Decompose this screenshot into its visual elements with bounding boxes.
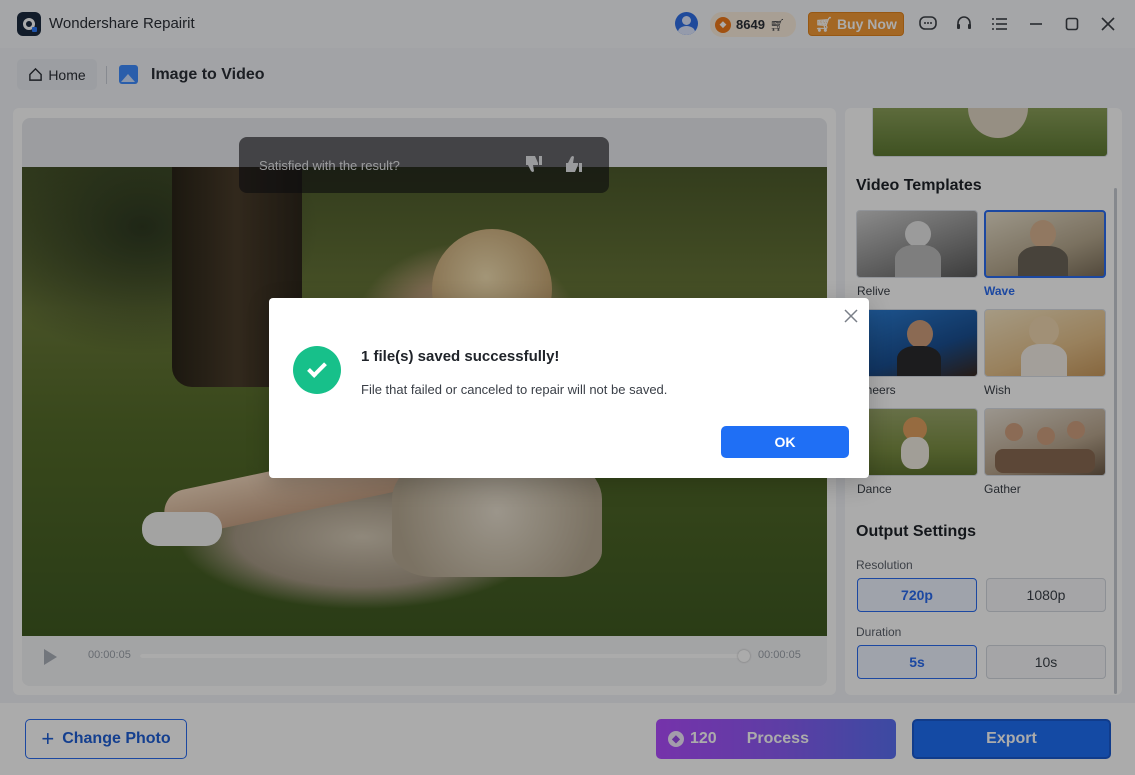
dialog-message: File that failed or canceled to repair w… [361,382,668,397]
success-check-icon [293,346,341,394]
dialog-title: 1 file(s) saved successfully! [361,348,560,365]
dialog-close-icon[interactable] [841,306,861,326]
ok-button[interactable]: OK [721,426,849,458]
save-success-dialog: 1 file(s) saved successfully! File that … [269,298,869,478]
